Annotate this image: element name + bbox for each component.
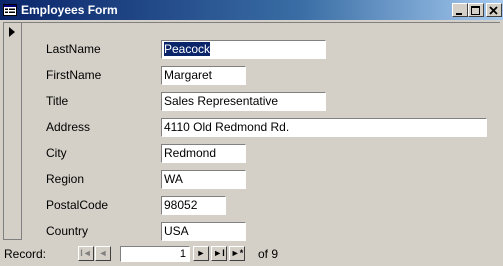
lastname-field[interactable]: Peacock xyxy=(161,40,326,59)
postalcode-label: PostalCode xyxy=(46,198,109,212)
postalcode-field[interactable]: 98052 xyxy=(161,196,226,215)
record-selector[interactable] xyxy=(4,23,22,240)
next-record-icon: ► xyxy=(196,248,206,258)
new-record-button[interactable]: ►* xyxy=(229,246,245,261)
record-label: Record: xyxy=(4,247,47,261)
lastname-value: Peacock xyxy=(164,42,211,56)
maximize-icon xyxy=(471,6,480,15)
title-field[interactable]: Sales Representative xyxy=(161,92,326,111)
previous-record-button[interactable]: ◄ xyxy=(95,246,111,261)
new-record-icon: ►* xyxy=(230,248,244,258)
minimize-icon xyxy=(456,13,462,15)
region-field[interactable]: WA xyxy=(161,170,246,189)
close-button[interactable] xyxy=(486,3,502,17)
next-record-button[interactable]: ► xyxy=(193,246,209,261)
country-label: Country xyxy=(46,224,89,238)
minimize-button[interactable] xyxy=(452,3,468,17)
employees-form-window: Employees Form LastName Peacock FirstNam… xyxy=(0,0,503,266)
record-navigation-bar: Record: I◄ ◄ 1 ► ►I ►* of 9 xyxy=(0,243,503,266)
previous-record-icon: ◄ xyxy=(98,248,108,258)
city-field[interactable]: Redmond xyxy=(161,144,246,163)
first-record-button[interactable]: I◄ xyxy=(78,246,94,261)
lastname-label: LastName xyxy=(46,42,101,56)
close-icon xyxy=(489,6,498,15)
firstname-label: FirstName xyxy=(46,68,102,82)
last-record-button[interactable]: ►I xyxy=(211,246,227,261)
maximize-button[interactable] xyxy=(468,3,484,17)
address-field[interactable]: 4110 Old Redmond Rd. xyxy=(161,118,487,137)
form-detail-section: LastName Peacock FirstName Margaret Titl… xyxy=(3,22,500,241)
form-icon xyxy=(3,3,17,17)
country-field[interactable]: USA xyxy=(161,222,246,241)
current-record-arrow-icon xyxy=(9,27,15,37)
title-label: Title xyxy=(46,94,69,108)
address-label: Address xyxy=(46,120,91,134)
last-record-icon: ►I xyxy=(213,248,225,258)
region-label: Region xyxy=(46,172,85,186)
city-label: City xyxy=(46,146,67,160)
firstname-field[interactable]: Margaret xyxy=(161,66,246,85)
window-title: Employees Form xyxy=(21,3,118,17)
first-record-icon: I◄ xyxy=(80,248,92,258)
current-record-input[interactable]: 1 xyxy=(120,246,190,262)
record-count: of 9 xyxy=(258,247,279,261)
title-bar[interactable]: Employees Form xyxy=(0,0,503,20)
